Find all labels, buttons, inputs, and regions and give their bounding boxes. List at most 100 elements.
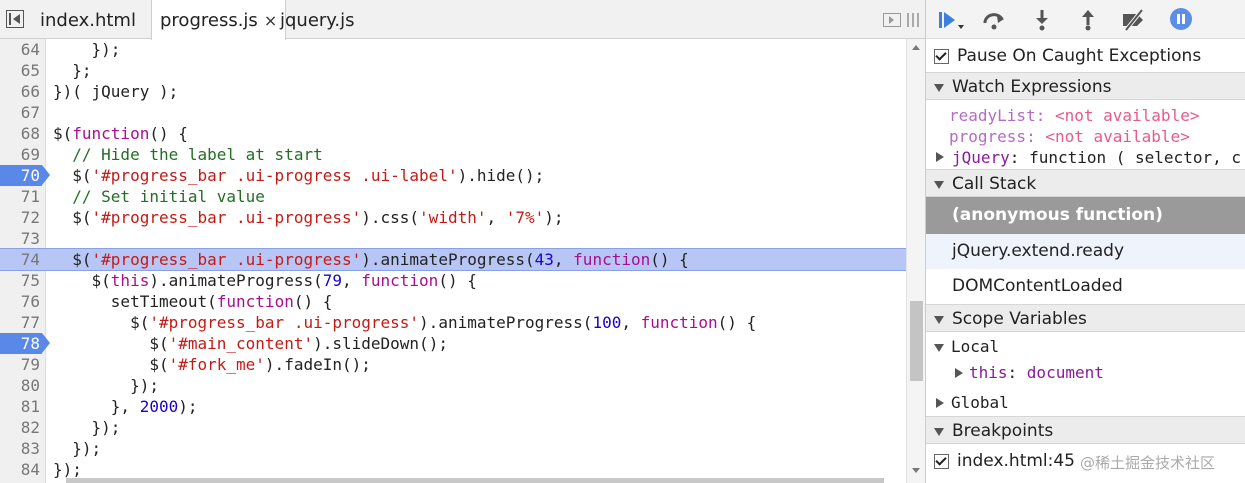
code-line[interactable]: 71 // Set initial value [0, 186, 906, 207]
code-line[interactable]: 72 $('#progress_bar .ui-progress').css('… [0, 207, 906, 228]
breakpoint-marker[interactable]: 70 [0, 165, 50, 186]
code-text: setTimeout(function() { [53, 292, 333, 311]
breakpoint-marker[interactable]: 78 [0, 333, 50, 354]
code-line[interactable]: 80 }); [0, 375, 906, 396]
code-line[interactable]: 67 [0, 102, 906, 123]
expand-triangle-icon[interactable] [955, 368, 963, 378]
watch-sep: : [1035, 106, 1055, 125]
line-number[interactable]: 65 [0, 60, 40, 81]
watch-item[interactable]: progress: <not available> [926, 126, 1245, 147]
watch-item[interactable]: jQuery: function ( selector, c [926, 147, 1245, 168]
line-number[interactable]: 82 [0, 417, 40, 438]
variable-sep: : [1007, 363, 1027, 382]
line-number[interactable]: 76 [0, 291, 40, 312]
code-text: // Set initial value [72, 187, 265, 206]
code-line[interactable]: 73 [0, 228, 906, 249]
breakpoint-label: index.html:45 [957, 451, 1075, 471]
scope-local-label: Local [951, 337, 1000, 356]
line-number[interactable]: 68 [0, 123, 40, 144]
line-number[interactable]: 66 [0, 81, 40, 102]
scope-variables-header[interactable]: Scope Variables [926, 304, 1245, 332]
code-line[interactable]: 82 }); [0, 417, 906, 438]
tab-label: index.html [40, 10, 136, 31]
scope-global-label: Global [951, 393, 1009, 412]
watch-sep: : [1009, 148, 1030, 167]
code-text: // Hide the label at start [72, 145, 323, 164]
watch-item[interactable]: readyList: <not available> [926, 105, 1245, 126]
line-number[interactable]: 75 [0, 270, 40, 291]
deactivate-breakpoints-icon[interactable] [1120, 8, 1144, 32]
tab-index-html[interactable]: index.html [32, 0, 144, 39]
line-number[interactable]: 69 [0, 144, 40, 165]
expand-triangle-icon [934, 428, 944, 436]
code-view[interactable]: 64 }); 65 }; 66})( jQuery ); 67 68 $(function… [0, 39, 906, 483]
pause-on-caught-checkbox[interactable] [934, 48, 949, 64]
call-frame-label: jQuery.extend.ready [952, 241, 1125, 261]
breakpoints-header[interactable]: Breakpoints [926, 416, 1245, 444]
code-line[interactable]: 79 $('#fork_me').fadeIn(); [0, 354, 906, 375]
watermark: @稀土掘金技术社区 [1080, 454, 1216, 472]
line-number[interactable]: 77 [0, 312, 40, 333]
step-out-icon[interactable] [1076, 8, 1100, 32]
scope-local[interactable]: Local [926, 336, 1245, 358]
code-line[interactable]: 81 }, 2000); [0, 396, 906, 417]
toggle-navigator-icon[interactable] [6, 10, 24, 28]
watch-name: jQuery [952, 148, 1010, 167]
step-into-icon[interactable] [1030, 8, 1054, 32]
code-line[interactable]: 69 // Hide the label at start [0, 144, 906, 165]
code-line[interactable]: 65 }; [0, 60, 906, 81]
call-stack-header[interactable]: Call Stack [926, 169, 1245, 197]
tab-jquery-js[interactable]: jquery.js [272, 0, 363, 39]
scroll-up-icon[interactable] [912, 45, 920, 50]
expand-triangle-icon[interactable] [936, 152, 944, 162]
horizontal-scrollbar[interactable] [66, 478, 884, 483]
code-line[interactable]: 68 $(function() { [0, 123, 906, 144]
line-number[interactable]: 79 [0, 354, 40, 375]
tab-progress-js[interactable]: progress.js × [151, 0, 287, 40]
breakpoint-checkbox[interactable] [934, 453, 949, 469]
line-number[interactable]: 72 [0, 207, 40, 228]
line-number[interactable]: 73 [0, 228, 40, 249]
expand-triangle-icon [934, 316, 944, 324]
scope-variable[interactable]: this: document [926, 362, 1245, 384]
code-line[interactable]: 64 }); [0, 39, 906, 60]
pause-on-caught-row[interactable]: Pause On Caught Exceptions [926, 43, 1245, 69]
current-execution-line[interactable]: 74 $('#progress_bar .ui-progress').anima… [0, 248, 906, 271]
scope-global[interactable]: Global [926, 392, 1245, 414]
section-title: Scope Variables [952, 309, 1087, 329]
call-frame[interactable]: DOMContentLoaded [926, 269, 1245, 304]
watch-name: progress [949, 127, 1027, 146]
code-text: }; [53, 61, 92, 80]
line-number[interactable]: 67 [0, 102, 40, 123]
code-text: $('#fork_me').fadeIn(); [53, 355, 371, 374]
pause-on-exceptions-icon[interactable] [1170, 8, 1194, 32]
expand-triangle-icon[interactable] [936, 398, 944, 408]
overflow-grip-icon [907, 13, 919, 27]
code-line[interactable]: 75 $(this).animateProgress(79, function(… [0, 270, 906, 291]
code-line[interactable]: 70 $('#progress_bar .ui-progress .ui-lab… [0, 165, 906, 186]
code-line[interactable]: 78 $('#main_content').slideDown(); [0, 333, 906, 354]
scrollbar-thumb[interactable] [910, 301, 923, 381]
code-line[interactable]: 77 $('#progress_bar .ui-progress').anima… [0, 312, 906, 333]
line-number[interactable]: 80 [0, 375, 40, 396]
code-text: }); [53, 376, 159, 395]
line-number[interactable]: 84 [0, 459, 40, 480]
line-number[interactable]: 74 [0, 249, 40, 270]
line-number[interactable]: 83 [0, 438, 40, 459]
code-line[interactable]: 76 setTimeout(function() { [0, 291, 906, 312]
call-frame-selected[interactable]: (anonymous function) [926, 197, 1245, 234]
code-line[interactable]: 83 }); [0, 438, 906, 459]
call-frame[interactable]: jQuery.extend.ready [926, 234, 1245, 269]
code-line[interactable]: 84}); [0, 459, 906, 480]
line-number[interactable]: 64 [0, 39, 40, 60]
scroll-down-icon[interactable] [912, 468, 920, 473]
line-number[interactable]: 81 [0, 396, 40, 417]
resume-icon[interactable] [936, 8, 964, 32]
toggle-debugger-sidebar-icon[interactable] [883, 13, 901, 27]
line-number[interactable]: 71 [0, 186, 40, 207]
step-over-icon[interactable] [982, 8, 1006, 32]
code-line[interactable]: 66})( jQuery ); [0, 81, 906, 102]
variable-value: document [1026, 363, 1104, 382]
vertical-scrollbar[interactable] [906, 39, 925, 483]
watch-expressions-header[interactable]: Watch Expressions [926, 72, 1245, 100]
